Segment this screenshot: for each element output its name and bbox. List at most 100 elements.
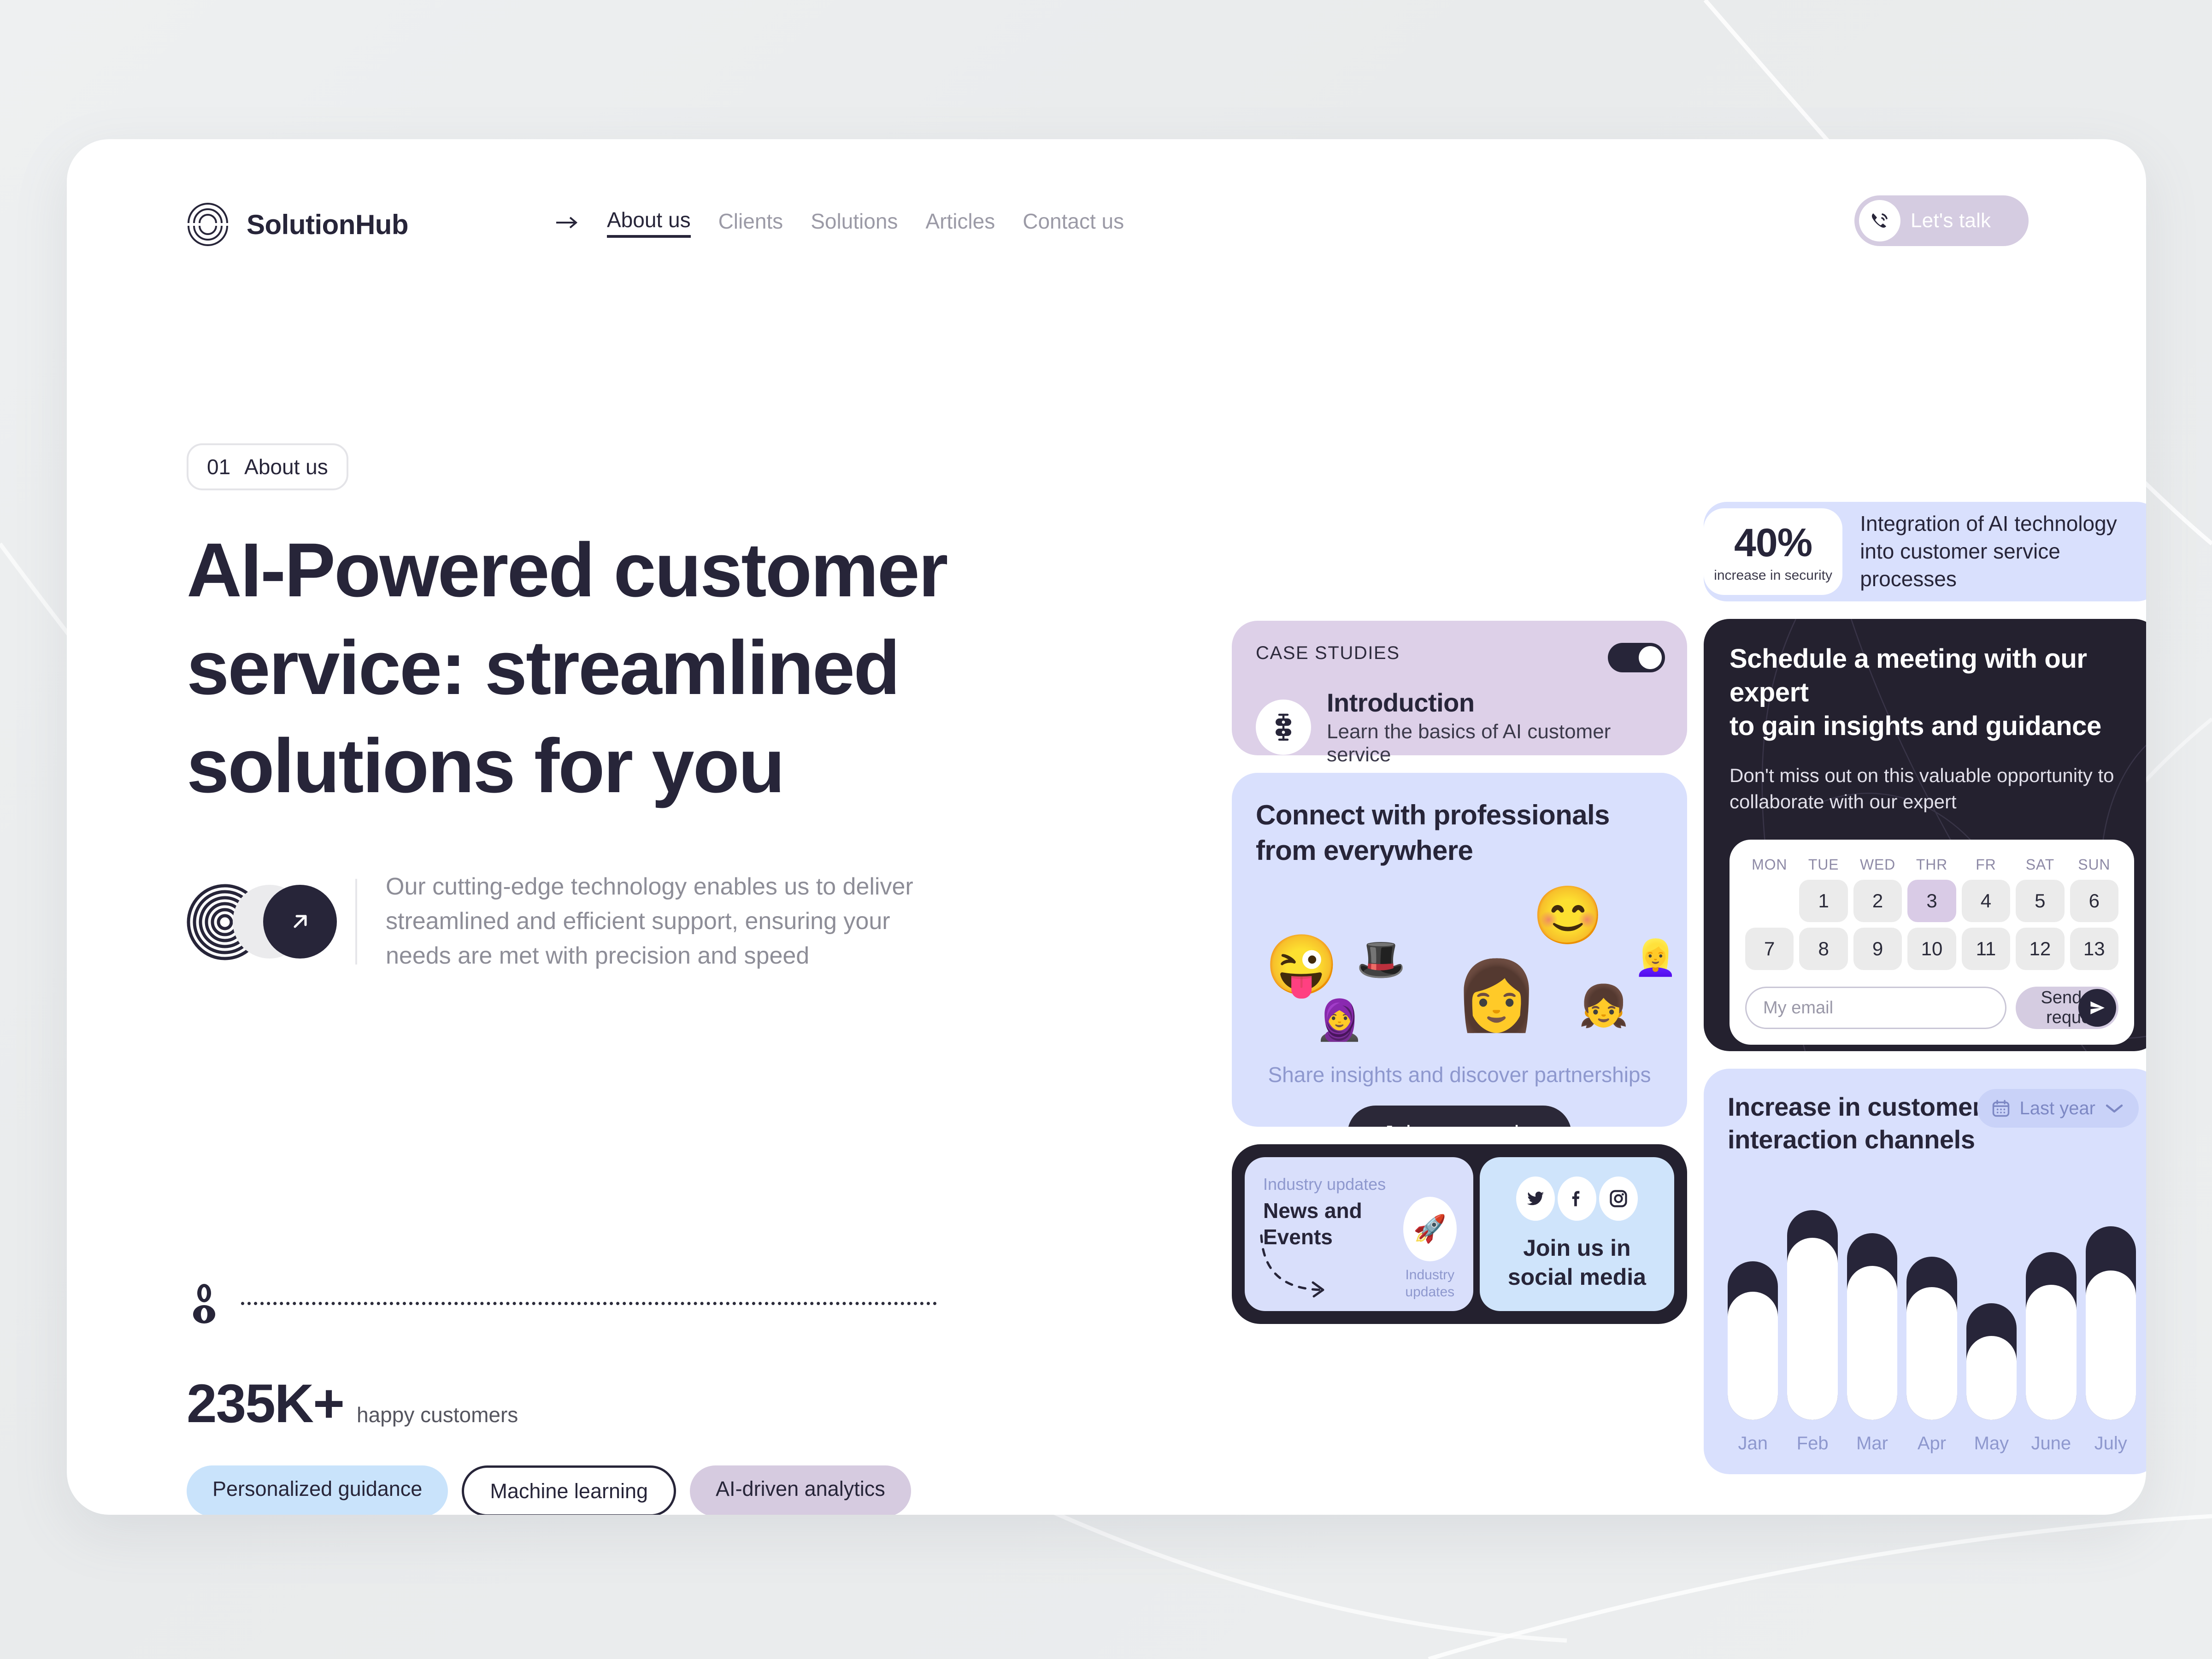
case-studies-toggle[interactable] [1608,643,1665,672]
nav-item-contact-us[interactable]: Contact us [1023,209,1124,236]
right-column: 40% increase in security Integration of … [1704,502,2146,1474]
tag-ai-driven-analytics[interactable]: AI-driven analytics [690,1465,911,1515]
request-form: Send my request [1745,987,2118,1030]
brand-logo[interactable]: SolutionHub [187,199,409,250]
avatar: 👱‍♀️ [1634,938,1677,977]
calendar-dow-sun: SUN [2078,856,2111,873]
schedule-meeting-card: Schedule a meeting with our expert to ga… [1704,619,2146,1051]
calendar-dow-mon: MON [1752,856,1788,873]
stats-section: 235K+ happy customers Personalized guida… [187,1282,1108,1515]
chart-x-axis-labels: Jan Feb Mar Apr May June July [1728,1433,2136,1454]
customers-label: happy customers [357,1403,518,1427]
solutionhub-logo-icon [188,203,228,246]
main-panel: SolutionHub About us Clients Solutions A… [67,139,2146,1515]
calendar-dow-tue: TUE [1808,856,1839,873]
send-icon-circle [2078,989,2116,1027]
instagram-icon-button[interactable] [1599,1177,1638,1221]
calendar-cell-10[interactable]: 10 [1907,928,1956,971]
tag-personalized-guidance[interactable]: Personalized guidance [187,1465,448,1515]
email-input[interactable] [1745,987,2006,1030]
dotted-divider [241,1301,937,1305]
schedule-title-line-1: Schedule a meeting with our expert [1730,644,2087,708]
twitter-icon-button[interactable] [1516,1177,1555,1221]
chart-bar-june [2026,1187,2077,1420]
site-header: SolutionHub About us Clients Solutions A… [67,139,2146,291]
avatar: 👩 [1454,957,1539,1034]
calendar-cell-1[interactable]: 1 [1799,880,1848,923]
facebook-icon [1572,1191,1580,1206]
chart-bar-apr [1906,1187,1957,1420]
lets-talk-label: Let's talk [1911,209,1991,232]
schedule-title: Schedule a meeting with our expert to ga… [1730,642,2134,743]
chart-bar-jan [1728,1187,1778,1420]
send-request-button[interactable]: Send my request [2016,987,2118,1030]
chart-bar-mar [1847,1187,1898,1420]
avatar: 😊 [1532,883,1604,947]
schedule-subtitle-line-2: collaborate with our expert [1730,791,1957,813]
calendar-cell-3[interactable]: 3 [1907,880,1956,923]
customers-divider-row [187,1282,1108,1324]
calendar-cell-8[interactable]: 8 [1799,928,1848,971]
middle-column: CASE STUDIES Introduction Learn the basi… [1232,621,1687,1324]
chart-label-may: May [1974,1433,2009,1453]
feature-tags: Personalized guidance Machine learning A… [187,1465,911,1515]
calendar-cell-11[interactable]: 11 [1961,928,2011,971]
instagram-icon [1610,1190,1627,1207]
chart-bar-base [1847,1266,1898,1420]
nav-item-about-us[interactable]: About us [607,207,691,238]
calendar-cell-13[interactable]: 13 [2070,928,2118,971]
nav-item-solutions[interactable]: Solutions [811,209,898,236]
connect-title-line-1: Connect with professionals [1256,800,1610,830]
rocket-caption: Industry updates [1403,1267,1457,1300]
chart-bar-base [1728,1291,1778,1420]
connect-title-line-2: from everywhere [1256,835,1473,866]
social-title-line-2: social media [1507,1264,1646,1290]
news-and-social-card: Industry updates News and Events 🚀 Indus… [1232,1144,1687,1324]
chart-label-feb: Feb [1796,1433,1829,1453]
chart-bar-may [1966,1187,2017,1420]
node-flow-icon [1276,713,1291,741]
chart-plot-area [1728,1187,2136,1420]
lets-talk-button[interactable]: Let's talk [1854,195,2029,246]
social-media-title: Join us in social media [1508,1234,1646,1292]
calendar-week-2: 7 8 9 10 11 12 13 [1745,928,2118,971]
hero-arrow-button[interactable] [263,884,337,959]
facebook-icon-button[interactable] [1557,1177,1596,1221]
calendar-dow-sat: SAT [2025,856,2054,873]
social-media-panel: Join us in social media [1479,1157,1674,1311]
chart-bar-base [2085,1271,2136,1420]
brand-name: SolutionHub [247,209,409,240]
interaction-channels-chart-card: Increase in customer interaction channel… [1704,1069,2146,1474]
calendar-dow-wed: WED [1860,856,1896,873]
send-icon [2090,1001,2105,1015]
news-events-panel[interactable]: Industry updates News and Events 🚀 Indus… [1245,1157,1473,1311]
avatar: 👧 [1578,982,1629,1029]
integration-stat-text: Integration of AI technology into custom… [1842,502,2146,601]
toggle-knob [1639,646,1662,669]
integration-stat-card: 40% increase in security Integration of … [1704,502,2146,601]
arrow-up-right-icon [294,915,307,928]
badge-label: About us [244,455,328,479]
calendar-cell-5[interactable]: 5 [2016,880,2065,923]
phone-icon-circle [1859,200,1900,241]
avatar: 🎩 [1356,937,1406,982]
join-community-button[interactable]: Join community [1347,1105,1571,1127]
nav-item-articles[interactable]: Articles [925,209,995,236]
calendar-cell-6[interactable]: 6 [2070,880,2118,923]
calendar-cell-4[interactable]: 4 [1961,880,2011,923]
rocket-icon: 🚀 [1403,1197,1457,1261]
calendar-cell-7[interactable]: 7 [1745,928,1794,971]
tag-machine-learning[interactable]: Machine learning [462,1465,677,1515]
twitter-icon [1527,1191,1544,1206]
vertical-divider [355,878,357,965]
chart-label-june: June [2031,1433,2071,1453]
calendar-week-1: 1 2 3 4 5 6 [1745,880,2118,923]
headline-line-3: solutions for you [187,723,785,809]
chart-bar-base [2026,1284,2077,1420]
calendar-cell-9[interactable]: 9 [1853,928,1902,971]
calendar-cell-12[interactable]: 12 [2016,928,2065,971]
chart-range-selector[interactable]: Last year [1977,1089,2139,1128]
calendar-cell-2[interactable]: 2 [1853,880,1902,923]
arrow-right-icon [556,217,578,229]
nav-item-clients[interactable]: Clients [718,209,783,236]
